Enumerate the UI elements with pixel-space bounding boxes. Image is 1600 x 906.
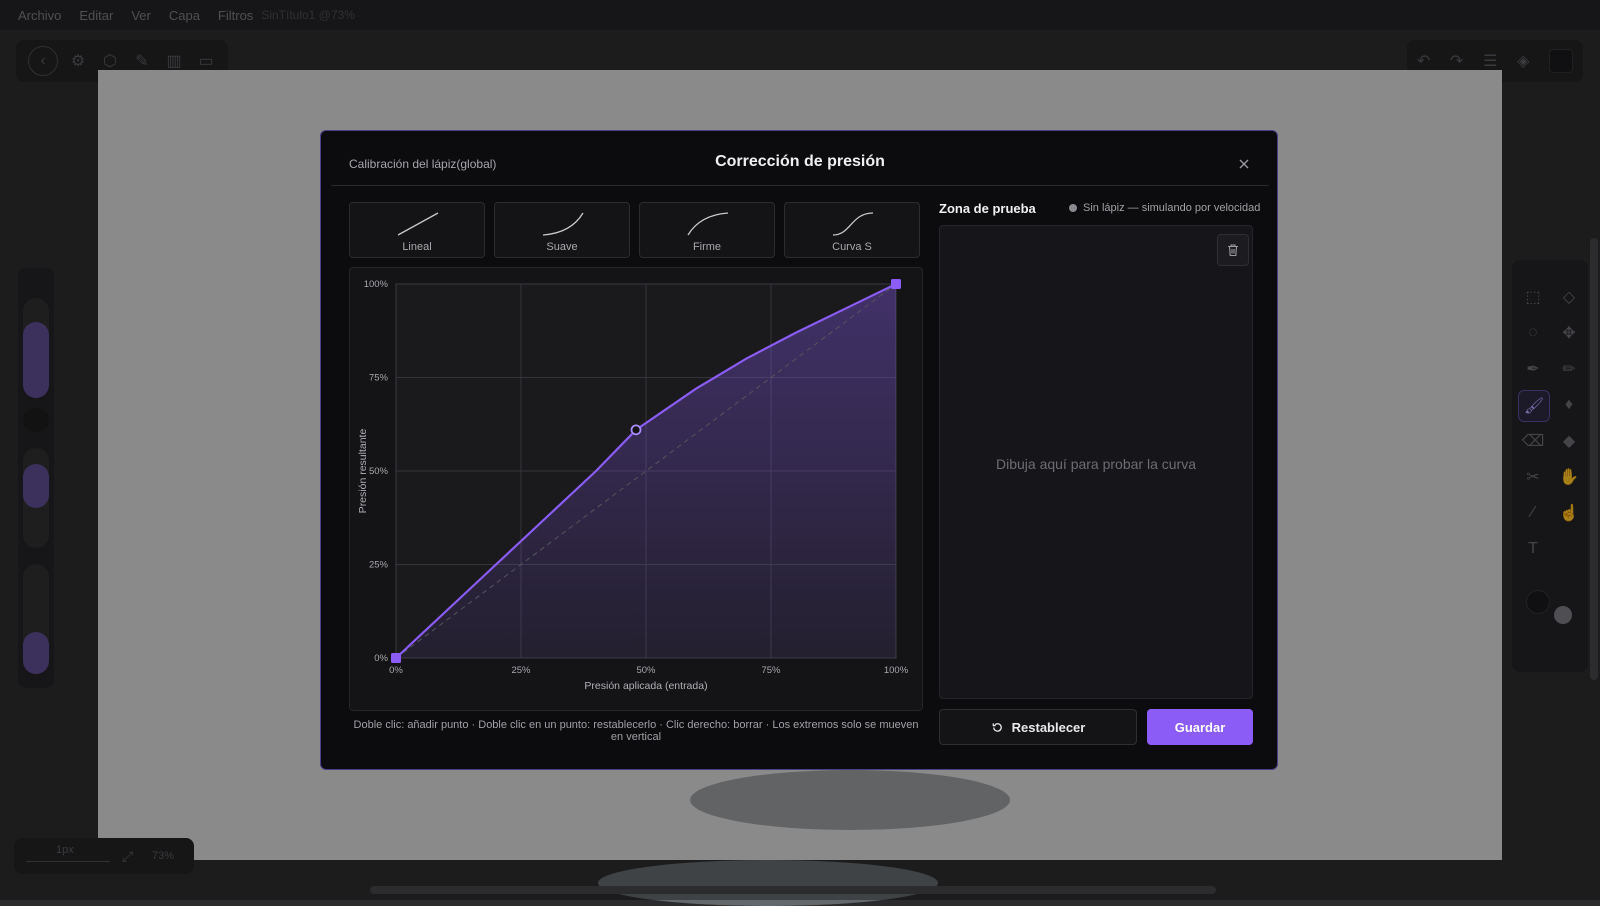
preset-firme-icon [687, 212, 729, 236]
preset-curva-s[interactable]: Curva S [784, 202, 920, 258]
x-axis-label: Presión aplicada (entrada) [584, 680, 707, 692]
dialog-separator [331, 185, 1269, 186]
reset-label: Restablecer [1011, 719, 1086, 735]
y-tick-label: 75% [369, 373, 389, 384]
y-tick-label: 0% [374, 653, 388, 664]
curve-presets: Lineal Suave Firme Curva S [349, 202, 923, 258]
preset-label: Suave [546, 241, 578, 253]
dialog-title: Corrección de presión [715, 153, 885, 170]
y-axis-label: Presión resultante [357, 429, 369, 514]
reset-icon [992, 722, 1002, 732]
x-tick-label: 0% [389, 665, 403, 676]
preset-label: Firme [692, 241, 722, 253]
trash-icon[interactable] [1217, 234, 1249, 266]
test-zone-placeholder: Dibuja aquí para probar la curva [995, 456, 1196, 472]
pressure-curve-dialog: Calibración del lápiz(global) Corrección… [320, 130, 1278, 770]
test-zone-title: Zona de prueba [939, 201, 1036, 216]
preset-curva-s-icon [832, 212, 874, 236]
status-dot-icon [1069, 204, 1077, 212]
x-tick-label: 75% [761, 665, 781, 676]
pen-status: Sin lápiz — simulando por velocidad [1069, 202, 1260, 214]
curve-endpoint-handle[interactable] [391, 653, 401, 663]
pen-status-text: Sin lápiz — simulando por velocidad [1083, 202, 1261, 214]
preset-lineal[interactable]: Lineal [349, 202, 485, 258]
x-tick-label: 50% [636, 665, 656, 676]
y-tick-label: 100% [364, 279, 389, 290]
x-tick-label: 100% [884, 665, 909, 676]
curve-control-point[interactable] [630, 424, 642, 436]
reset-button[interactable]: Restablecer [939, 709, 1137, 745]
y-tick-label: 25% [369, 560, 389, 571]
preset-firme[interactable]: Firme [639, 202, 775, 258]
preset-label: Lineal [402, 241, 432, 253]
save-button[interactable]: Guardar [1147, 709, 1253, 745]
preset-suave[interactable]: Suave [494, 202, 630, 258]
preset-label: Curva S [832, 241, 872, 253]
preset-lineal-icon [397, 212, 439, 236]
preset-suave-icon [542, 212, 584, 236]
curve-hint: Doble clic: añadir punto · Doble clic en… [353, 719, 919, 743]
y-tick-label: 50% [369, 466, 389, 477]
curve-svg[interactable]: 0%0% 25% 25% 50% 50% 75% 75% 100% 100% Presión ap… [350, 268, 922, 710]
x-tick-label: 25% [511, 665, 531, 676]
test-zone-area[interactable]: Dibuja aquí para probar la curva [939, 225, 1253, 699]
pressure-curve-chart[interactable]: 0% 0% 25% 25% 50% 50% 75% 75% 100% 100% Presión ap… [349, 267, 923, 711]
close-icon[interactable] [1235, 155, 1253, 173]
curve-endpoint-handle[interactable] [891, 279, 901, 289]
